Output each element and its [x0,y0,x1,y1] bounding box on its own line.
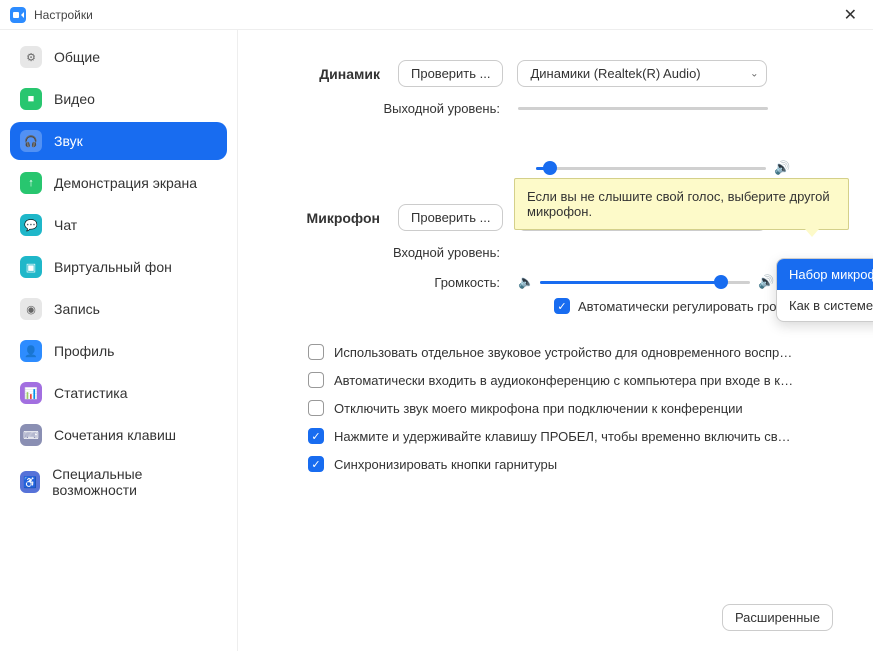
test-mic-button[interactable]: Проверить ... [398,204,503,231]
checkbox-label: Синхронизировать кнопки гарнитуры [334,457,557,472]
chat-icon: 💬 [20,214,42,236]
close-icon[interactable]: ✕ [838,5,863,25]
speaker-low-icon: 🔈 [518,274,534,290]
record-icon: ◉ [20,298,42,320]
sidebar-item-label: Звук [54,133,83,149]
sidebar-item-label: Профиль [54,343,114,359]
auto-adjust-checkbox[interactable]: ✓ [554,298,570,314]
speaker-volume-slider[interactable] [536,167,766,170]
sidebar-item-label: Чат [54,217,77,233]
mic-option-1[interactable]: Как в системе [777,290,873,321]
advanced-button[interactable]: Расширенные [722,604,833,631]
window-title: Настройки [34,8,93,22]
virtual-bg-icon: ▣ [20,256,42,278]
checkbox-label: Отключить звук моего микрофона при подкл… [334,401,743,416]
sidebar-item-label: Сочетания клавиш [54,427,176,443]
sidebar-item-record[interactable]: ◉ Запись [10,290,227,328]
gear-icon: ⚙ [20,46,42,68]
checkbox-label: Автоматически входить в аудиоконференцию… [334,373,794,388]
mic-device-dropdown: Набор микрофонов (Realtek(R) Audio) Как … [776,258,873,322]
speaker-high-icon: 🔊 [758,274,774,290]
input-level-label: Входной уровень: [268,245,518,260]
checkbox-4[interactable]: ✓ [308,456,324,472]
accessibility-icon: ♿ [20,471,40,493]
titlebar: Настройки ✕ [0,0,873,30]
sidebar-item-share[interactable]: ↑ Демонстрация экрана [10,164,227,202]
mic-option-0[interactable]: Набор микрофонов (Realtek(R) Audio) [777,259,873,290]
mic-volume-slider[interactable] [540,281,750,284]
checkbox-row: Отключить звук моего микрофона при подкл… [268,400,828,416]
checkbox-0[interactable] [308,344,324,360]
profile-icon: 👤 [20,340,42,362]
output-level-meter [518,107,768,110]
sidebar-item-keyboard[interactable]: ⌨ Сочетания клавиш [10,416,227,454]
sidebar-item-chat[interactable]: 💬 Чат [10,206,227,244]
checkbox-1[interactable] [308,372,324,388]
checkbox-2[interactable] [308,400,324,416]
sidebar-item-label: Видео [54,91,95,107]
sidebar-item-audio[interactable]: 🎧 Звук [10,122,227,160]
checkbox-row: Автоматически входить в аудиоконференцию… [268,372,828,388]
sidebar-item-label: Общие [54,49,100,65]
sidebar-item-label: Специальные возможности [52,466,217,498]
sidebar-item-video[interactable]: ■ Видео [10,80,227,118]
app-icon [10,7,26,23]
checkbox-row: ✓ Нажмите и удерживайте клавишу ПРОБЕЛ, ч… [268,428,828,444]
test-speaker-button[interactable]: Проверить ... [398,60,503,87]
checkbox-row: ✓ Синхронизировать кнопки гарнитуры [268,456,828,472]
speaker-icon: 🔊 [774,160,790,176]
share-icon: ↑ [20,172,42,194]
output-level-label: Выходной уровень: [268,101,518,116]
checkbox-row: Использовать отдельное звуковое устройст… [268,344,828,360]
checkbox-3[interactable]: ✓ [308,428,324,444]
auto-adjust-label: Автоматически регулировать гром... [578,299,796,314]
mic-label: Микрофон [268,210,398,226]
mic-volume-label: Громкость: [268,275,518,290]
stats-icon: 📊 [20,382,42,404]
speaker-device-select[interactable]: Динамики (Realtek(R) Audio) ⌄ [517,60,767,87]
audio-icon: 🎧 [20,130,42,152]
main-panel: Динамик Проверить ... Динамики (Realtek(… [238,30,873,651]
keyboard-icon: ⌨ [20,424,42,446]
sidebar-item-accessibility[interactable]: ♿ Специальные возможности [10,458,227,506]
sidebar-item-label: Статистика [54,385,128,401]
sidebar-item-label: Виртуальный фон [54,259,172,275]
sidebar-item-virtual-bg[interactable]: ▣ Виртуальный фон [10,248,227,286]
sidebar-item-label: Запись [54,301,100,317]
speaker-label: Динамик [268,66,398,82]
mic-tooltip: Если вы не слышите свой голос, выберите … [514,178,849,230]
sidebar: ⚙ Общие ■ Видео 🎧 Звук ↑ Демонстрация экрана 💬 Ча… [0,30,238,651]
chevron-down-icon: ⌄ [750,68,758,79]
sidebar-item-label: Демонстрация экрана [54,175,197,191]
sidebar-item-gear[interactable]: ⚙ Общие [10,38,227,76]
checkbox-label: Использовать отдельное звуковое устройст… [334,345,794,360]
speaker-device-value: Динамики (Realtek(R) Audio) [530,66,700,81]
checkbox-label: Нажмите и удерживайте клавишу ПРОБЕЛ, чт… [334,429,794,444]
sidebar-item-stats[interactable]: 📊 Статистика [10,374,227,412]
sidebar-item-profile[interactable]: 👤 Профиль [10,332,227,370]
video-icon: ■ [20,88,42,110]
